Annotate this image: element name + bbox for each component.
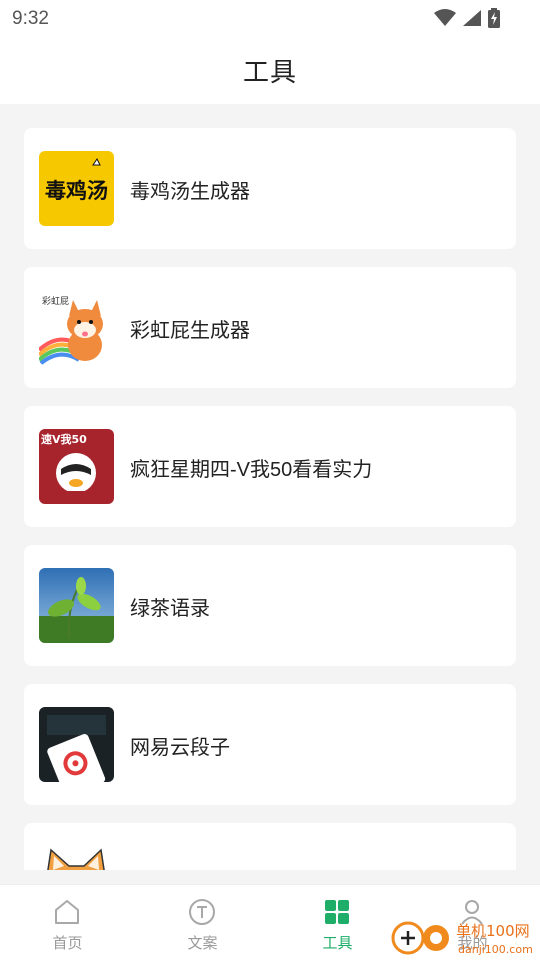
status-time: 9:32 [12, 8, 49, 29]
watermark-url: danji100.com [458, 943, 533, 956]
status-icons [434, 8, 500, 28]
tab-label: 文案 [187, 935, 218, 952]
battery-charging-icon [488, 8, 500, 28]
poison-soup-thumbnail: 毒鸡汤 [39, 151, 114, 226]
watermark-text: 单机100网 [456, 922, 530, 940]
wifi-icon [434, 9, 456, 26]
thumb-text: 速V我50 [41, 432, 87, 446]
shiba-thumbnail [39, 846, 114, 870]
tool-card-netease[interactable]: 网易云段子 [24, 684, 516, 805]
tab-tools[interactable]: 工具 [270, 885, 405, 960]
crazy-thursday-thumbnail: 速V我50 [39, 429, 114, 504]
signal-icon [463, 10, 481, 26]
status-bar: 9:32 [0, 0, 540, 36]
tab-label: 首页 [52, 935, 83, 952]
tool-card-crazy-thursday[interactable]: 速V我50 疯狂星期四-V我50看看实力 [24, 406, 516, 527]
page-title: 工具 [242, 57, 297, 87]
netease-cloud-thumbnail [39, 707, 114, 782]
tab-label: 工具 [322, 935, 353, 952]
green-tea-thumbnail [39, 568, 114, 643]
tab-home[interactable]: 首页 [0, 885, 135, 960]
home-icon [55, 900, 79, 924]
tool-label: 绿茶语录 [130, 598, 210, 620]
tool-label: 疯狂星期四-V我50看看实力 [130, 459, 373, 481]
tool-card-rainbow[interactable]: 彩虹屁 彩虹屁生成器 [24, 267, 516, 388]
tool-label: 彩虹屁生成器 [130, 320, 250, 342]
text-icon [189, 899, 215, 925]
shiba-rainbow-thumbnail: 彩虹屁 [39, 290, 114, 365]
tool-list[interactable]: 毒鸡汤 毒鸡汤生成器 彩虹屁 彩虹屁生成器 速V我50 疯狂星期四-V我50看看… [24, 128, 516, 870]
thumb-text: 彩虹屁 [42, 296, 69, 307]
grid-icon [325, 900, 349, 924]
tool-label: 网易云段子 [130, 737, 230, 759]
tool-card-green-tea[interactable]: 绿茶语录 [24, 545, 516, 666]
watermark-logo: 单机100网 danji100.com [390, 916, 540, 960]
tab-copywriting[interactable]: 文案 [135, 885, 270, 960]
tool-card-poison-soup[interactable]: 毒鸡汤 毒鸡汤生成器 [24, 128, 516, 249]
tool-card-more[interactable] [24, 823, 516, 870]
thumb-text: 毒鸡汤 [45, 179, 108, 203]
app-header: 工具 [0, 36, 540, 104]
tool-label: 毒鸡汤生成器 [130, 181, 250, 203]
